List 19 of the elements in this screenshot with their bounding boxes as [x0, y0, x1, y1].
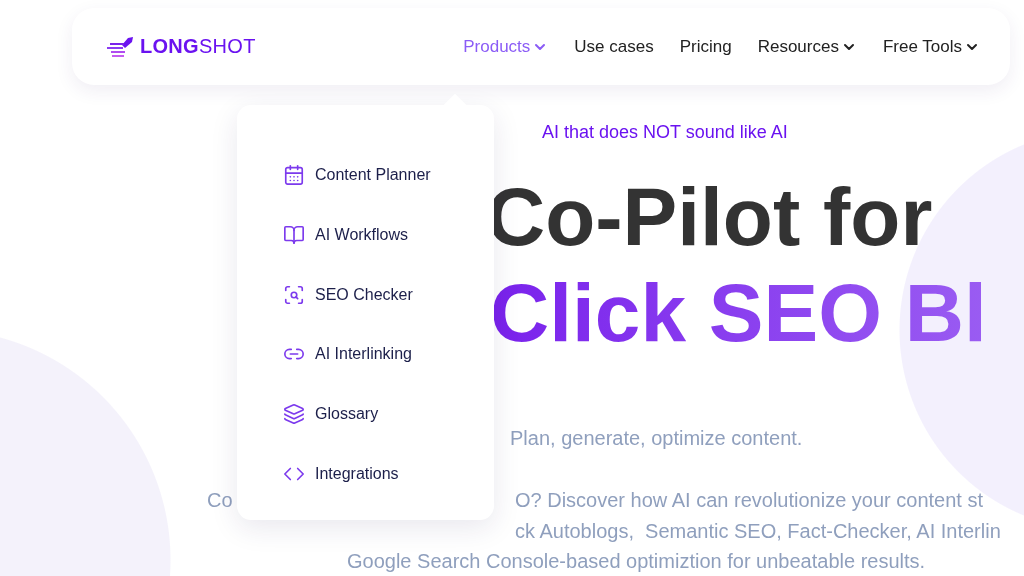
paragraph-text: Google Search Console-based optimiztion for unbeatable results. [347, 550, 926, 573]
menu-item[interactable]: Integrations [283, 444, 494, 504]
book-icon [283, 223, 305, 246]
paragraph-text: Co [207, 489, 233, 512]
stacked-cards-icon [283, 403, 305, 426]
nav-link[interactable]: Free Tools [882, 36, 980, 57]
nav-link[interactable]: Products [463, 36, 549, 57]
nav-link[interactable]: Resources [757, 36, 857, 57]
logo-wordmark[interactable]: LONGSHOT [140, 35, 256, 58]
hero-subtitle: Plan, generate, optimize content. [510, 427, 803, 450]
paragraph-text: O? Discover how AI can revolutionize your content st [515, 489, 983, 512]
search-icon [283, 283, 305, 306]
paragraph-text: ck Autoblogs, Semantic SEO, Fact-Checker, AI Interlin [515, 520, 1001, 543]
calendar-icon [283, 163, 305, 186]
tagline: AI that does NOT sound like AI [542, 122, 788, 143]
menu-item[interactable]: Glossary [283, 384, 494, 445]
rocket-logo-icon [106, 35, 134, 58]
nav-link[interactable]: Use cases [574, 36, 654, 57]
nav-link[interactable]: Pricing [679, 36, 732, 57]
